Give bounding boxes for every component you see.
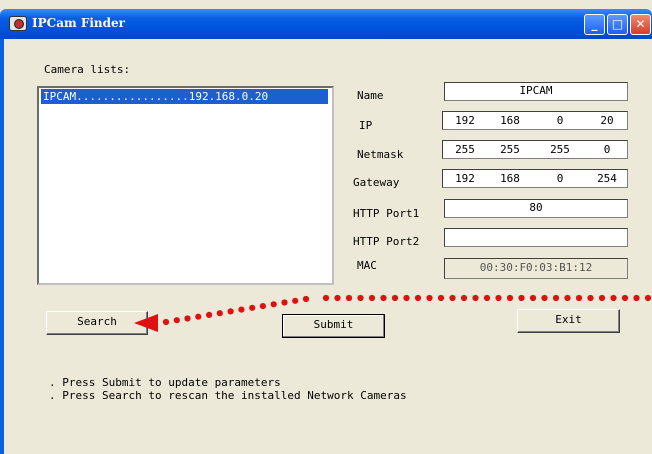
help-notes: . Press Submit to update parameters . Pr… (49, 376, 407, 402)
http-port2-field[interactable] (444, 228, 628, 247)
gateway-octet-4[interactable]: 254 (589, 172, 625, 185)
close-button[interactable]: ✕ (630, 14, 651, 35)
annotation-dot (238, 306, 245, 313)
annotation-dot (644, 294, 652, 302)
camera-app-icon (9, 16, 27, 31)
name-label: Name (357, 89, 384, 102)
annotation-dot (259, 303, 266, 310)
window-title: IPCam Finder (32, 16, 125, 30)
mac-field: 00:30:F0:03:B1:12 (444, 258, 628, 279)
annotation-dot (483, 294, 491, 302)
annotation-dot (249, 304, 256, 311)
annotation-dot (460, 294, 468, 302)
camera-list-item[interactable]: IPCAM.................192.168.0.20 (41, 89, 328, 104)
gateway-octet-2[interactable]: 168 (492, 172, 528, 185)
annotation-dot (426, 294, 433, 302)
netmask-octet-2[interactable]: 255 (492, 143, 528, 156)
gateway-field[interactable]: 192 168 0 254 (442, 169, 628, 188)
annotation-dot (345, 294, 353, 302)
annotation-dot (357, 294, 364, 302)
annotation-dot (322, 294, 330, 302)
netmask-field[interactable]: 255 255 255 0 (442, 140, 628, 159)
exit-button[interactable]: Exit (517, 309, 620, 333)
annotation-dot (227, 308, 234, 315)
annotation-dot (610, 294, 617, 302)
annotation-dot (302, 295, 310, 303)
http-port1-field[interactable]: 80 (444, 199, 628, 218)
annotation-dot (270, 301, 277, 308)
netmask-octet-1[interactable]: 255 (447, 143, 483, 156)
annotation-dot (292, 297, 299, 304)
name-value: IPCAM (519, 84, 553, 97)
annotation-dot (391, 294, 399, 302)
annotation-dot (380, 294, 387, 302)
note-submit: . Press Submit to update parameters (49, 376, 281, 389)
netmask-label: Netmask (357, 148, 404, 161)
annotation-dot (633, 294, 640, 302)
note-search: . Press Search to rescan the installed N… (49, 389, 407, 402)
gateway-label: Gateway (353, 176, 400, 189)
ip-octet-2[interactable]: 168 (492, 114, 528, 127)
ipcam-finder-window: IPCam Finder _ □ ✕ Camera lists: IPCAM..… (0, 0, 652, 454)
annotation-dot (437, 294, 445, 302)
annotation-dot (506, 294, 514, 302)
annotation-dot (564, 294, 571, 302)
annotation-dot (216, 310, 223, 317)
annotation-dot (529, 294, 537, 302)
annotation-dot (495, 294, 502, 302)
mac-label: MAC (357, 259, 377, 272)
annotation-dot (368, 294, 376, 302)
annotation-dot (162, 318, 170, 326)
http-port2-label: HTTP Port2 (353, 235, 420, 248)
window-frame-left (0, 39, 4, 454)
annotation-dot (541, 294, 548, 302)
title-bar[interactable]: IPCam Finder _ □ ✕ (0, 9, 652, 39)
annotation-dot (334, 294, 341, 302)
netmask-octet-4[interactable]: 0 (589, 143, 625, 156)
annotation-dot (587, 294, 594, 302)
annotation-dot (281, 299, 288, 306)
search-button[interactable]: Search (46, 311, 148, 335)
annotation-dot (621, 294, 629, 302)
netmask-octet-3[interactable]: 255 (542, 143, 578, 156)
http-port1-value: 80 (529, 201, 543, 214)
ip-octet-3[interactable]: 0 (542, 114, 578, 127)
ip-octet-4[interactable]: 20 (589, 114, 625, 127)
ip-label: IP (359, 119, 373, 132)
annotation-dot (575, 294, 583, 302)
gateway-octet-3[interactable]: 0 (542, 172, 578, 185)
annotation-dot (195, 313, 202, 320)
annotation-dot (403, 294, 410, 302)
annotation-dot (598, 294, 606, 302)
name-field[interactable]: IPCAM (444, 82, 628, 101)
ip-field[interactable]: 192 168 0 20 (442, 111, 628, 130)
annotation-dot (552, 294, 560, 302)
annotation-dot (184, 315, 191, 322)
ip-octet-1[interactable]: 192 (447, 114, 483, 127)
submit-button[interactable]: Submit (282, 314, 385, 338)
camera-lists-label: Camera lists: (44, 63, 131, 76)
annotation-dot (449, 294, 456, 302)
annotation-dot (472, 294, 479, 302)
gateway-octet-1[interactable]: 192 (447, 172, 483, 185)
http-port1-label: HTTP Port1 (353, 207, 420, 220)
annotation-dot (414, 294, 422, 302)
annotation-dot (518, 294, 525, 302)
camera-listbox[interactable]: IPCAM.................192.168.0.20 (37, 86, 334, 285)
mac-value: 00:30:F0:03:B1:12 (479, 261, 593, 274)
minimize-button[interactable]: _ (584, 14, 605, 35)
annotation-dot (206, 311, 213, 318)
maximize-button[interactable]: □ (607, 14, 628, 35)
annotation-dot (173, 317, 180, 324)
